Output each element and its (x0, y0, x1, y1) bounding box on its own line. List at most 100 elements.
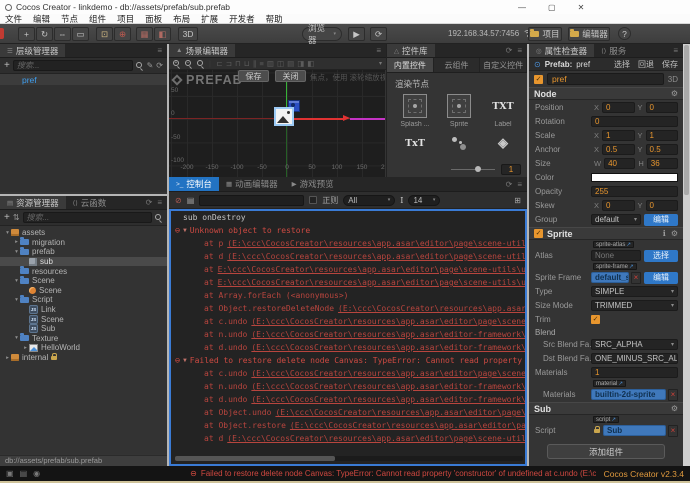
tab-scene-editor[interactable]: ▲ 场景编辑器 (169, 44, 235, 57)
gear-icon[interactable]: ⚙ (671, 229, 678, 238)
zoom-in-icon[interactable]: + (173, 59, 181, 69)
asset-tree-item[interactable]: ▾ Script (0, 294, 167, 305)
property-field[interactable]: 0 (645, 200, 678, 211)
gizmo-x-arrow[interactable] (287, 115, 350, 121)
property-field[interactable]: 40 (604, 158, 636, 169)
align-tool-icon[interactable]: ∥ (253, 59, 257, 68)
asset-reference-field[interactable]: default_sprite (591, 272, 629, 283)
property-field[interactable]: 36 (646, 158, 679, 169)
tab-services[interactable]: ⟨⟩ 服务 (594, 44, 633, 57)
font-size-dropdown[interactable]: 14 ▾ (408, 194, 441, 206)
property-field[interactable]: 0.5 (645, 144, 678, 155)
zoom-reset-icon[interactable] (197, 59, 205, 69)
clear-console-icon[interactable]: ⊘ (175, 196, 182, 205)
console-filter-input[interactable] (199, 194, 305, 206)
property-field[interactable]: 0 (602, 200, 635, 211)
scrollbar-thumb[interactable] (175, 456, 335, 461)
library-item[interactable] (437, 131, 481, 158)
stack-source-link[interactable]: (E:\ccc\CocosCreator\resources\app.asar\… (227, 239, 525, 248)
prefab-action-button[interactable]: 回退 (638, 59, 654, 70)
gear-icon[interactable]: ⚙ (671, 404, 678, 413)
edit-group-button[interactable]: 编辑 (644, 213, 678, 226)
align-tool-icon[interactable]: ⊏ (216, 59, 222, 68)
asset-tree-item[interactable]: ▾ assets (0, 228, 167, 238)
library-item[interactable]: TXT Label (481, 94, 525, 129)
library-item[interactable]: Splash ... (393, 94, 437, 128)
console-tab[interactable]: ▶ 游戏预览 (285, 177, 341, 191)
external-link-icon[interactable]: ↗ (626, 242, 631, 248)
status-grid-icon[interactable]: ▣ (6, 469, 14, 478)
inspector-scrollbar[interactable] (683, 44, 690, 466)
property-dropdown[interactable]: SRC_ALPHA ▾ (591, 339, 678, 350)
menu-item[interactable]: 帮助 (266, 13, 283, 25)
asset-reference-field[interactable]: None (591, 250, 641, 261)
prefab-save-button[interactable]: 保存 (238, 70, 269, 82)
asset-tree-item[interactable]: Scene (0, 286, 167, 296)
external-link-icon[interactable]: ↗ (618, 381, 623, 387)
chevron-right-icon[interactable]: ▸ (22, 345, 29, 351)
property-dropdown[interactable]: ONE_MINUS_SRC_ALPHA▾ (591, 353, 678, 364)
property-field[interactable]: 1 (591, 367, 678, 378)
property-field[interactable]: 1 (645, 130, 678, 141)
chevron-right-icon[interactable]: ▸ (4, 355, 11, 361)
library-tab[interactable]: 内置控件 (387, 58, 434, 72)
stack-source-link[interactable]: (E:\ccc\CocosCreator\resources\app.asar\… (227, 252, 525, 261)
panel-menu-icon[interactable]: ≡ (517, 46, 522, 55)
mode-3d-button[interactable]: 3D (178, 27, 198, 41)
selected-sprite[interactable] (274, 107, 294, 126)
external-link-icon[interactable]: ↗ (629, 264, 634, 270)
panel-menu-icon[interactable]: ≡ (517, 180, 522, 189)
remove-asset-button[interactable]: × (668, 388, 678, 401)
tab-assets[interactable]: ▤ 资源管理器 (0, 196, 66, 209)
stack-source-link[interactable]: (E:\ccc\CocosCreator\resources\app.asar\… (227, 434, 525, 443)
chevron-down-icon[interactable]: ▾ (4, 230, 11, 236)
remove-asset-button[interactable]: × (668, 424, 678, 437)
panel-menu-icon[interactable]: ≡ (673, 46, 678, 55)
coordinate-toggle-button[interactable]: ⊕ (114, 27, 131, 41)
property-field[interactable]: 1 (602, 130, 635, 141)
align-tool-icon[interactable]: ▤ (287, 59, 294, 68)
align-tool-icon[interactable]: ◨ (297, 59, 304, 68)
rect-tool-button[interactable]: ▭ (72, 27, 89, 41)
grid-toggle-button[interactable]: ▦ (136, 27, 153, 41)
locate-icon[interactable]: ✎ (147, 61, 154, 70)
assets-search-input[interactable]: 搜索... (22, 212, 152, 223)
console-log-area[interactable]: sub onDestroy ⊖ ▼ Unknown object to restore… (169, 209, 527, 466)
search-icon[interactable] (155, 213, 163, 223)
asset-tree-item[interactable]: ▸ HelloWorld (0, 343, 167, 353)
console-log-line[interactable]: sub onDestroy (171, 211, 525, 224)
zoom-out-icon[interactable]: − (185, 59, 193, 69)
library-tab[interactable]: 自定义控件 (480, 58, 527, 72)
asset-reference-field[interactable]: Sub (603, 425, 666, 436)
refresh-icon[interactable]: ⟳ (146, 198, 153, 207)
stack-source-link[interactable]: (E:\ccc\CocosCreator\resources\app.asar\… (251, 369, 525, 378)
status-error-message[interactable]: ⊖ Failed to restore delete node Canvas: … (190, 469, 596, 478)
menu-item[interactable]: 项目 (117, 13, 134, 25)
slider-track[interactable] (451, 166, 495, 172)
add-component-button[interactable]: 添加组件 (547, 444, 665, 459)
chevron-down-icon[interactable]: ▾ (13, 278, 20, 284)
chevron-down-icon[interactable]: ▾ (13, 297, 20, 303)
refresh-button[interactable]: ⟳ (370, 27, 387, 41)
refresh-icon[interactable]: ⟳ (506, 180, 513, 189)
remove-asset-button[interactable]: × (631, 271, 641, 284)
asset-tree-item[interactable]: sub (0, 256, 167, 267)
panel-menu-icon[interactable]: ≡ (376, 46, 381, 55)
panel-menu-icon[interactable]: ≡ (157, 198, 162, 207)
align-tool-icon[interactable]: ⊔ (244, 59, 250, 68)
component-enabled-checkbox[interactable]: ✓ (534, 229, 543, 238)
refresh-icon[interactable]: ⟳ (156, 61, 163, 70)
help-button[interactable]: ? (618, 27, 631, 40)
chevron-down-icon[interactable]: ▼ (183, 227, 187, 234)
stack-source-link[interactable]: E:\ccc\CocosCreator\resources\app.asar\e… (218, 265, 525, 274)
close-button[interactable]: ✕ (578, 3, 585, 12)
status-list-icon[interactable]: ▤ (20, 469, 28, 478)
node-name-input[interactable]: pref (547, 73, 664, 85)
menu-item[interactable]: 面板 (145, 13, 162, 25)
preview-target-dropdown[interactable]: 浏览器 ▾ (302, 23, 342, 45)
console-hscrollbar[interactable] (175, 456, 523, 461)
console-error-title[interactable]: ⊖ ▼ Failed to restore delete node Canvas: … (171, 354, 525, 367)
tab-hierarchy[interactable]: ☰ 层级管理器 (0, 44, 66, 57)
node-active-checkbox[interactable]: ✓ (534, 74, 543, 84)
console-tab[interactable]: ▦ 动画编辑器 (219, 177, 285, 191)
